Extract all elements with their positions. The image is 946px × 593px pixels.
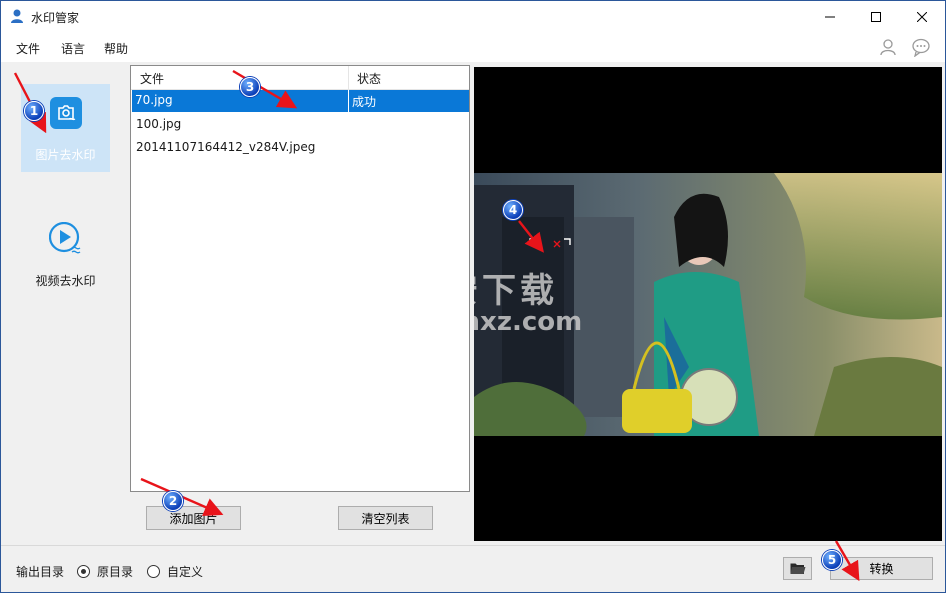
annotation-arrows: [13, 69, 860, 582]
annotation-badge: 2: [163, 491, 183, 511]
annotation-badge: 3: [240, 77, 260, 97]
annotation-badge: 4: [503, 200, 523, 220]
annotation-badge: 1: [24, 101, 44, 121]
annotation-badge: 5: [822, 550, 842, 570]
app-window: 水印管家 文件 语言 帮助 图片去水印 视频去水印 文件 状态 70.jpg 成…: [0, 0, 946, 593]
